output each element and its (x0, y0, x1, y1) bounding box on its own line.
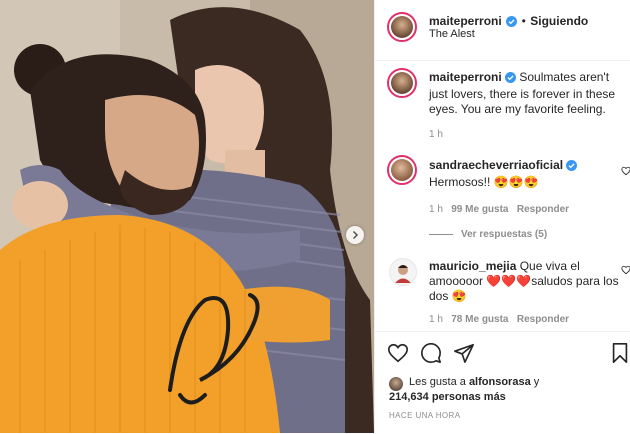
author-avatar[interactable] (387, 12, 417, 42)
following-button[interactable]: Siguiendo (530, 14, 588, 28)
likes-suffix: y (530, 376, 540, 388)
chevron-right-icon (352, 230, 359, 240)
comment-like-heart-icon[interactable] (621, 166, 630, 176)
verified-badge-icon (566, 160, 578, 175)
heart-icon[interactable] (387, 342, 409, 364)
caption-username[interactable]: maiteperroni (429, 70, 502, 84)
comment-avatar[interactable] (389, 258, 417, 286)
liker-username[interactable]: alfonsorasa (469, 376, 531, 388)
comment-likes[interactable]: 78 Me gusta (451, 314, 508, 325)
post-time-ago[interactable]: HACE UNA HORA (389, 411, 460, 420)
post-location[interactable]: The Alest (429, 28, 475, 40)
next-photo-button[interactable] (346, 226, 364, 244)
comment-avatar[interactable] (387, 155, 417, 185)
separator-dot: • (521, 14, 526, 28)
comment-time[interactable]: 1 h (429, 314, 443, 325)
photo-couple-image (0, 0, 374, 433)
post-header: maiteperroni • Siguiendo The Alest (375, 0, 630, 61)
verified-badge-icon (505, 72, 517, 87)
reply-button[interactable]: Responder (517, 314, 569, 325)
post-photo[interactable] (0, 0, 374, 433)
paper-plane-icon[interactable] (453, 342, 475, 364)
caption-time[interactable]: 1 h (429, 129, 625, 140)
comment-icon[interactable] (420, 342, 442, 364)
view-replies-button[interactable]: Ver respuestas (5) (429, 229, 619, 240)
reply-button[interactable]: Responder (517, 204, 569, 215)
comment-username[interactable]: mauricio_mejia (429, 259, 516, 273)
comment-time[interactable]: 1 h (429, 204, 443, 215)
instagram-post: maiteperroni • Siguiendo The Alest maite… (0, 0, 630, 433)
likes-summary: Les gusta a alfonsorasa y 214,634 person… (389, 375, 589, 405)
likes-prefix: Les gusta a (409, 376, 469, 388)
comment-text: Hermosos!! 😍😍😍 (429, 175, 539, 189)
caption-avatar[interactable] (387, 68, 417, 98)
author-username[interactable]: maiteperroni (429, 14, 502, 28)
replies-line (429, 233, 453, 235)
post-side-panel: maiteperroni • Siguiendo The Alest maite… (374, 0, 630, 433)
comment-like-heart-icon[interactable] (621, 265, 630, 275)
comment-likes[interactable]: 99 Me gusta (451, 204, 508, 215)
verified-badge-icon (506, 14, 518, 32)
comment-username[interactable]: sandraecheverriaoficial (429, 158, 563, 172)
bookmark-icon[interactable] (611, 342, 629, 364)
likes-count[interactable]: 214,634 personas más (389, 391, 506, 403)
post-actions: Les gusta a alfonsorasa y 214,634 person… (375, 331, 630, 434)
